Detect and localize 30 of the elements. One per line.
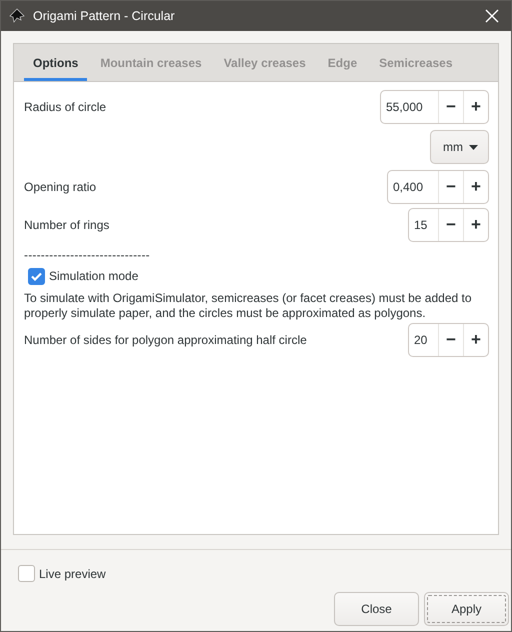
checkbox[interactable]: [18, 565, 35, 582]
field-label: Number of rings: [24, 218, 110, 232]
spin-field[interactable]: 0,400 − +: [387, 170, 489, 204]
increment-button[interactable]: +: [463, 209, 488, 241]
spin-field[interactable]: 15 − +: [408, 208, 489, 242]
checkbox-label: Live preview: [39, 566, 106, 580]
check-icon: [31, 272, 42, 280]
checkbox[interactable]: [28, 268, 45, 284]
app-icon: [9, 8, 25, 24]
caret-icon: [469, 144, 478, 150]
separator-text: ------------------------------: [24, 248, 151, 262]
field-label: Number of sides for polygon approximating half circle: [24, 333, 307, 347]
decrement-button[interactable]: −: [438, 209, 463, 241]
increment-button[interactable]: +: [463, 91, 488, 123]
increment-button[interactable]: +: [463, 171, 488, 203]
spin-field[interactable]: 20 − +: [408, 323, 489, 357]
dialog-button[interactable]: Close: [334, 592, 419, 626]
description-text: To simulate with OrigamiSimulator, semicreases (or facet creases) must be added to properly simulate paper, and the circles must be approximated as polygons.: [24, 291, 473, 321]
spin-field[interactable]: 55,000 − +: [380, 90, 489, 124]
decrement-button[interactable]: −: [438, 324, 463, 356]
close-icon[interactable]: [485, 9, 499, 23]
unit-dropdown[interactable]: mm: [430, 130, 489, 164]
dialog-button[interactable]: Apply: [424, 592, 509, 626]
field-label: Radius of circle: [24, 100, 106, 114]
window-title: Origami Pattern - Circular: [33, 9, 176, 23]
checkbox-label: Simulation mode: [49, 269, 138, 283]
field-label: Opening ratio: [24, 180, 96, 194]
decrement-button[interactable]: −: [438, 171, 463, 203]
increment-button[interactable]: +: [463, 324, 488, 356]
decrement-button[interactable]: −: [438, 91, 463, 123]
